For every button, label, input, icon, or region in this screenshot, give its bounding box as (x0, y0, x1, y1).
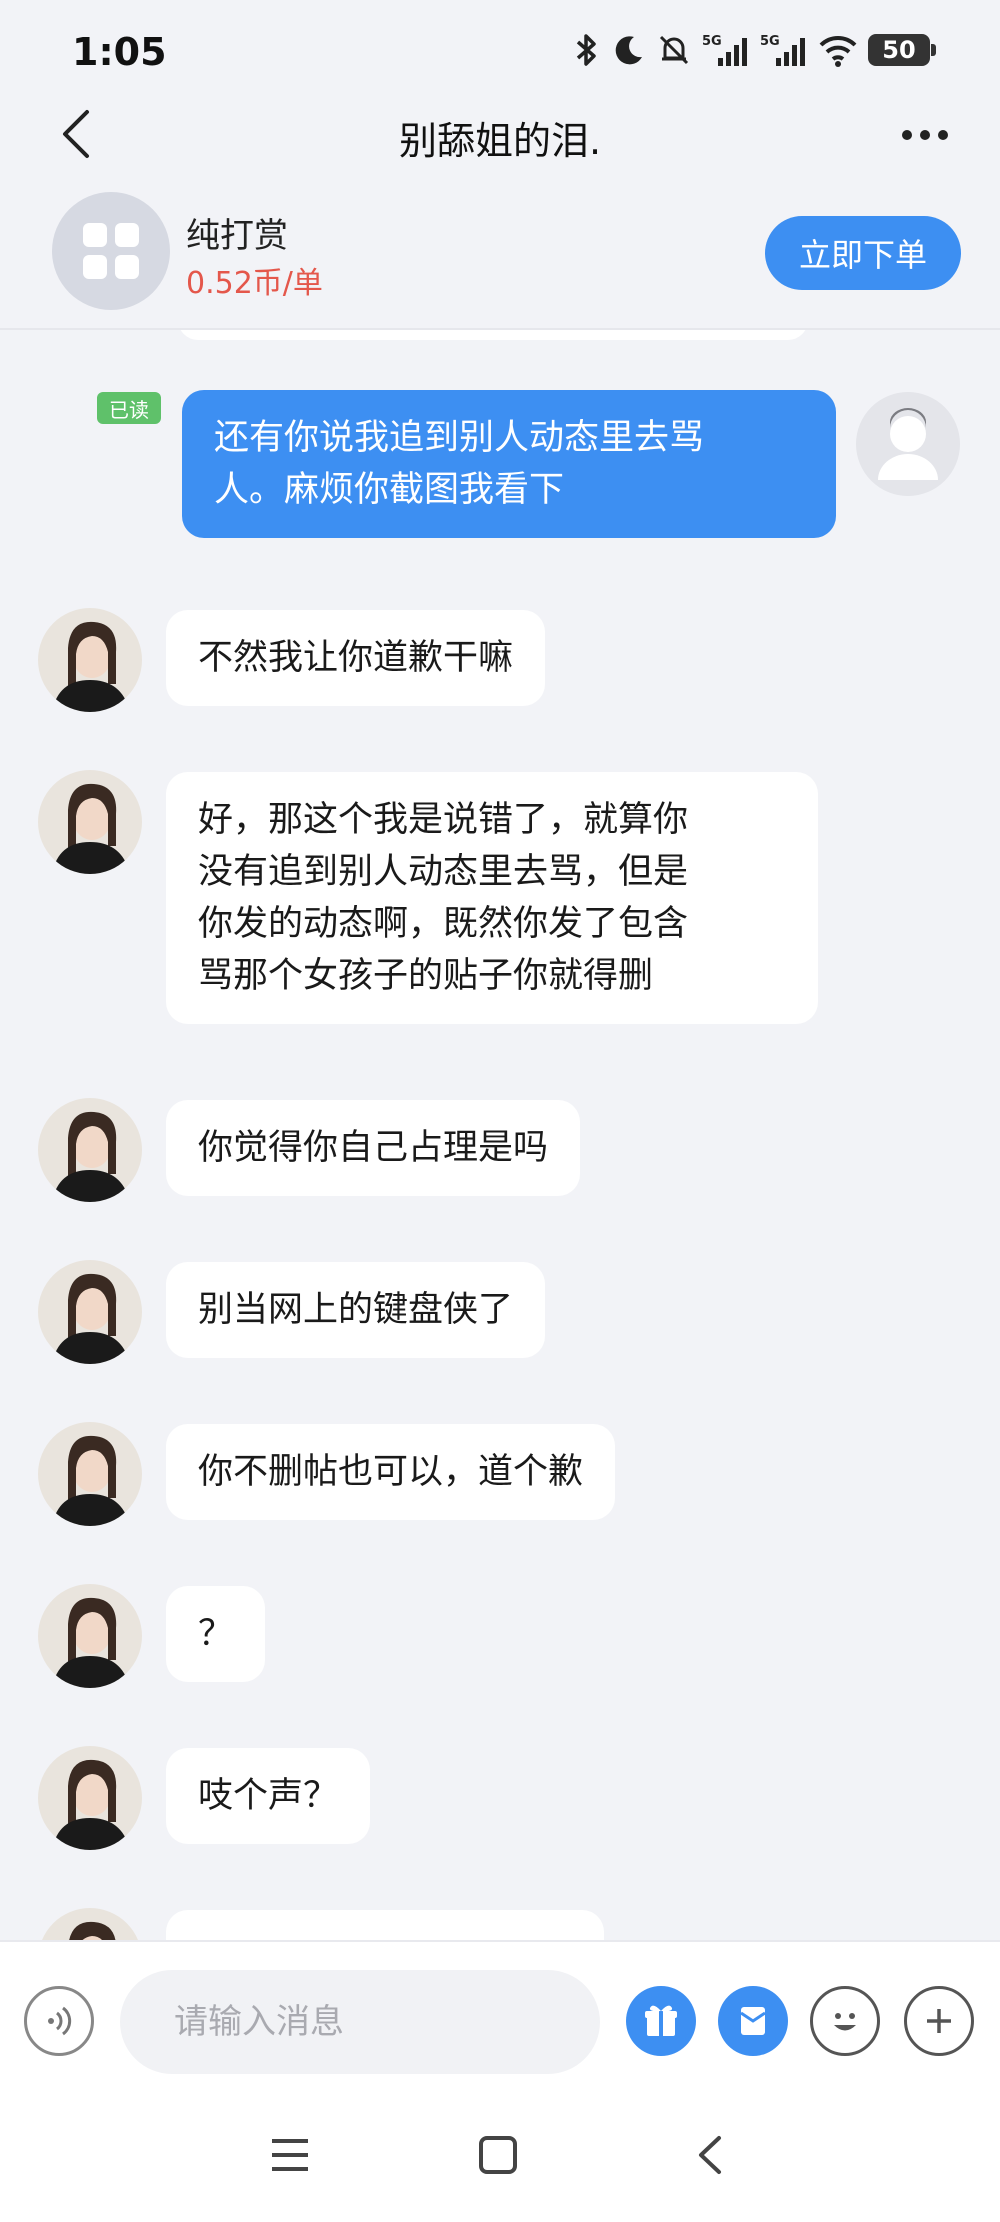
message-line: 你觉得你自己占理是吗 (198, 1128, 549, 1168)
moon-icon (615, 36, 642, 65)
contact-photo (38, 1746, 142, 1850)
voice-button[interactable] (24, 1986, 94, 2056)
system-back-button[interactable] (670, 2120, 750, 2190)
message-bubble[interactable]: 别当网上的键盘侠了 (166, 1262, 546, 1358)
contact-avatar[interactable] (38, 1260, 142, 1364)
order-now-button[interactable]: 立即下单 (765, 216, 961, 290)
back-button[interactable] (44, 94, 108, 174)
message-line: 骂那个女孩子的贴子你就得删 (198, 956, 654, 996)
message-line: 你发的动态啊，既然你发了包含 (198, 904, 689, 944)
svg-text:5G: 5G (702, 34, 722, 49)
status-bar: 1:05 5G 5G 50 (0, 0, 1000, 90)
contact-photo (38, 608, 142, 712)
gift-icon (645, 2005, 677, 2036)
bluetooth-icon (576, 34, 596, 66)
message-bubble[interactable]: ？ (166, 1586, 266, 1682)
contact-avatar[interactable] (38, 1746, 142, 1850)
contact-photo (38, 770, 142, 874)
contact-avatar[interactable] (38, 608, 142, 712)
message-bubble[interactable]: 你觉得你自己占理是吗 (166, 1100, 581, 1196)
message-line: ？ (198, 1614, 234, 1654)
contact-photo (38, 1908, 142, 1940)
message-bubble[interactable]: 好，那这个我是说错了，就算你 没有追到别人动态里去骂，但是 你发的动态啊，既然你… (166, 772, 818, 1024)
message-input[interactable] (120, 1970, 600, 2074)
previous-message-bubble (178, 330, 808, 340)
message-line: 不然我让你道歉干嘛 (198, 638, 514, 678)
status-time: 1:05 (72, 30, 167, 74)
contact-avatar[interactable] (38, 1098, 142, 1202)
chat-title: 别舔姐的泪. (398, 119, 602, 163)
message-line: 吱个声？ (198, 1776, 339, 1816)
message-line: 还有你说我追到别人动态里去骂 (214, 418, 705, 458)
contact-avatar[interactable] (38, 770, 142, 874)
5g-signal-icon: 5G (760, 34, 805, 66)
contact-photo (38, 1584, 142, 1688)
read-badge: 已读 (97, 392, 161, 424)
chevron-left-icon (63, 110, 89, 158)
gift-button[interactable] (626, 1986, 696, 2056)
voice-icon (48, 2006, 72, 2036)
nav-bar: 别舔姐的泪. (0, 90, 1000, 186)
home-button[interactable] (458, 2120, 538, 2190)
message-bubble[interactable]: 还有你说我追到别人动态里去骂 人。麻烦你截图我看下 (182, 390, 836, 538)
wifi-icon (819, 35, 857, 67)
recent-apps-button[interactable] (250, 2120, 330, 2190)
contact-photo (38, 1098, 142, 1202)
message-bubble[interactable]: 吱个声？ (166, 1748, 371, 1844)
red-packet-button[interactable] (718, 1986, 788, 2056)
red-packet-icon (740, 2007, 766, 2035)
chat-message-list[interactable]: 已读 还有你说我追到别人动态里去骂 人。麻烦你截图我看下 不然我让你道歉干嘛 好… (0, 330, 1000, 1940)
5g-signal-icon: 5G (702, 34, 747, 66)
contact-avatar[interactable] (38, 1584, 142, 1688)
battery-level: 50 (882, 36, 916, 64)
home-square-icon (479, 2136, 517, 2174)
contact-photo (38, 1260, 142, 1364)
message-line: 没有追到别人动态里去骂，但是 (198, 852, 689, 892)
contact-avatar[interactable] (38, 1908, 142, 1940)
contact-photo (38, 1422, 142, 1526)
svg-text:5G: 5G (760, 34, 780, 49)
service-order-card: 纯打赏 0.52币/单 立即下单 (0, 186, 1000, 330)
contact-avatar[interactable] (38, 1422, 142, 1526)
battery-icon: 50 (868, 34, 936, 66)
message-line: 人。麻烦你截图我看下 (214, 470, 565, 510)
emoji-button[interactable] (810, 1986, 880, 2056)
back-triangle-icon (699, 2136, 721, 2174)
bell-off-icon (659, 35, 689, 65)
my-avatar[interactable] (856, 392, 960, 496)
grid-icon (83, 223, 139, 279)
message-bubble[interactable]: 不然我让你道歉干嘛 (166, 610, 546, 706)
more-icon-dot (902, 130, 912, 140)
plus-icon (927, 2009, 951, 2033)
message-bubble[interactable]: 你不删帖也可以，道个歉 (166, 1424, 616, 1520)
message-line: 好，那这个我是说错了，就算你 (198, 800, 689, 840)
more-icon-dot (938, 130, 948, 140)
emoji-icon (834, 2013, 856, 2031)
more-button[interactable] (890, 100, 960, 170)
system-navigation-bar (0, 2110, 1000, 2200)
message-bubble-partial[interactable] (166, 1910, 604, 1940)
message-line: 别当网上的键盘侠了 (198, 1290, 514, 1330)
message-line: 你不删帖也可以，道个歉 (198, 1452, 584, 1492)
status-icons: 5G 5G 50 (572, 30, 936, 70)
menu-icon (272, 2139, 308, 2171)
service-name: 纯打赏 (186, 216, 288, 256)
plus-button[interactable] (904, 1986, 974, 2056)
more-icon-dot (920, 130, 930, 140)
service-avatar (52, 192, 170, 310)
service-price: 0.52币/单 (186, 266, 323, 301)
default-user-icon (856, 392, 960, 496)
